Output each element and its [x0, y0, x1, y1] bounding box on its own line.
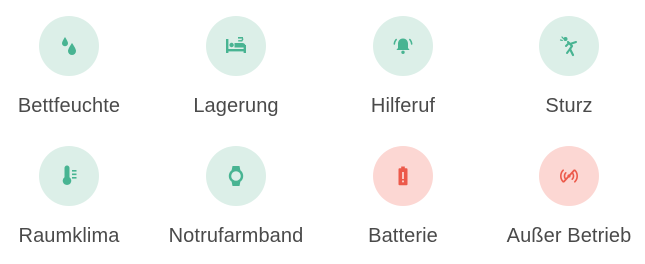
tile-hilferuf[interactable]: Hilferuf: [323, 16, 483, 118]
tile-icon-circle: [539, 16, 599, 76]
water-drops-icon: [62, 37, 76, 55]
tile-icon-circle: [206, 146, 266, 206]
tile-icon-circle: [206, 16, 266, 76]
tile-notrufarmband[interactable]: Notrufarmband: [156, 146, 316, 248]
tile-label: Hilferuf: [370, 95, 436, 117]
tile-icon-circle: [373, 146, 433, 206]
alert-type-grid: Bettfeuchte Lagerung Hilferuf Sturz Raum…: [0, 0, 645, 264]
tile-label: Notrufarmband: [168, 225, 304, 247]
tile-label: Außer Betrieb: [506, 225, 632, 247]
tile-lagerung[interactable]: Lagerung: [156, 16, 316, 118]
falling-person-icon: [559, 36, 577, 57]
tile-icon-circle: [539, 146, 599, 206]
signal-off-icon: [560, 169, 578, 183]
battery-alert-icon: [398, 166, 408, 186]
tile-label: Raumklima: [18, 225, 120, 247]
tile-label: Batterie: [368, 225, 438, 247]
thermometer-icon: [62, 165, 77, 185]
tile-batterie[interactable]: Batterie: [323, 146, 483, 248]
tile-bettfeuchte[interactable]: Bettfeuchte: [0, 16, 149, 118]
tile-ausser-betrieb[interactable]: Außer Betrieb: [489, 146, 645, 248]
tile-label: Sturz: [545, 95, 593, 117]
tile-raumklima[interactable]: Raumklima: [0, 146, 149, 248]
tile-label: Bettfeuchte: [17, 95, 121, 117]
tile-icon-circle: [39, 146, 99, 206]
bell-ringing-icon: [393, 38, 413, 54]
tile-label: Lagerung: [193, 95, 279, 117]
tile-icon-circle: [373, 16, 433, 76]
tile-sturz[interactable]: Sturz: [489, 16, 645, 118]
smartwatch-icon: [228, 166, 244, 186]
tile-icon-circle: [39, 16, 99, 76]
bed-icon: [226, 37, 246, 53]
